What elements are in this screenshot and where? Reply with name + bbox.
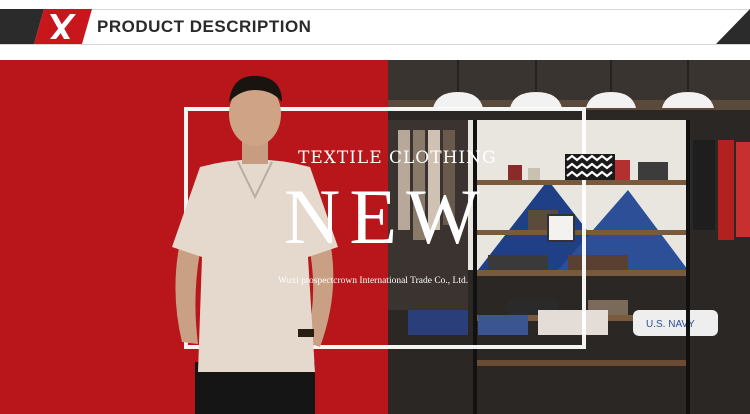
- company-name: Wuxi prospectcrown International Trade C…: [278, 276, 469, 286]
- promo-banner: U.S. NAVY TEXTILE CLOTHING NEW Wuxi pros…: [0, 60, 750, 414]
- header-corner-icon: [716, 9, 750, 44]
- section-header: PRODUCT DESCRIPTION: [0, 0, 750, 60]
- banner-subtitle: TEXTILE CLOTHING: [298, 148, 497, 168]
- zigzag-icon: [565, 154, 615, 180]
- page-title: PRODUCT DESCRIPTION: [97, 17, 312, 36]
- header-logo-icon: [0, 9, 92, 44]
- banner-headline: NEW: [284, 173, 489, 260]
